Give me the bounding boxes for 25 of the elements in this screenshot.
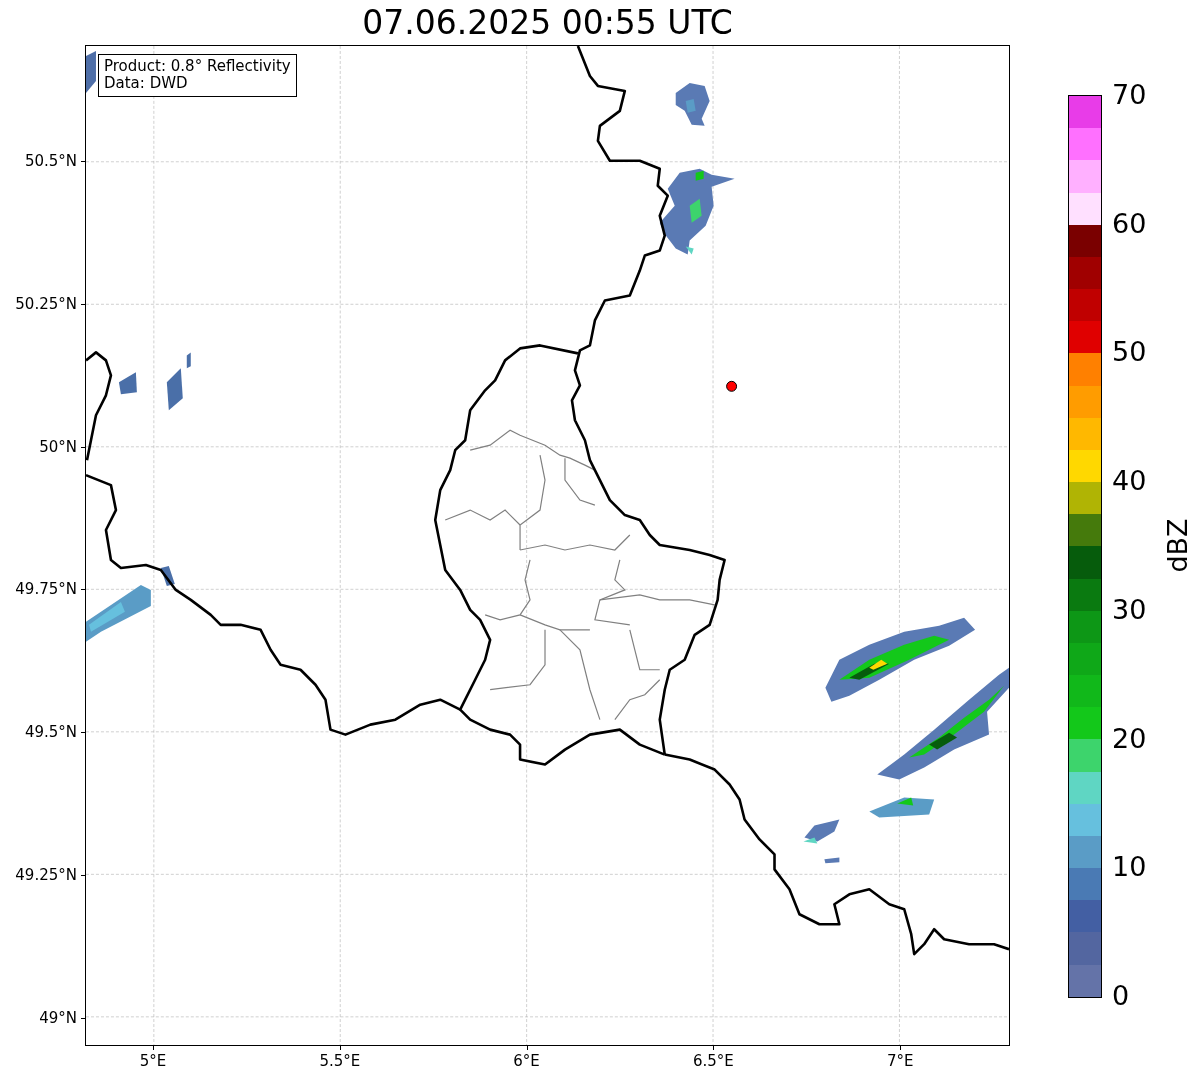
- axis-tick-label: 7°E: [886, 1052, 914, 1070]
- colorbar-label: dBZ: [1161, 518, 1193, 573]
- info-text: Data: DWD: [104, 75, 189, 92]
- colorbar-tick-label: 20: [1112, 723, 1147, 754]
- colorbar-tick-label: 0: [1112, 981, 1130, 1011]
- axis-tick-label: 50.5°N: [24, 152, 77, 170]
- location-marker: [726, 380, 738, 392]
- axis-tick-label: 6.5°E: [692, 1052, 734, 1070]
- axis-tick-label: 5.5°E: [319, 1052, 361, 1070]
- axis-tick-label: 50.25°N: [15, 294, 77, 313]
- colorbar-tick-label: 60: [1112, 208, 1147, 239]
- axis-tick-label: 49.75°N: [15, 580, 77, 599]
- chart-title: 07.06.2025 00:55 UTC: [362, 3, 733, 44]
- info-text: Product: 0.8° Reflectivity: [104, 58, 291, 75]
- axis-tick-label: 6°E: [513, 1052, 540, 1070]
- axis-tick-label: 49.5°N: [24, 723, 77, 742]
- axis-tick-label: 5°E: [139, 1052, 167, 1070]
- axis-tick-label: 49.25°N: [15, 866, 77, 884]
- colorbar-tick-label: 40: [1112, 466, 1147, 497]
- colorbar-tick-label: 70: [1112, 80, 1147, 110]
- colorbar-tick-label: 50: [1112, 337, 1147, 368]
- colorbar-tick-label: 30: [1112, 594, 1147, 625]
- colorbar-tick-label: 10: [1112, 852, 1147, 883]
- axis-tick-label: 50°N: [39, 437, 77, 456]
- axis-tick-label: 49°N: [39, 1008, 77, 1027]
